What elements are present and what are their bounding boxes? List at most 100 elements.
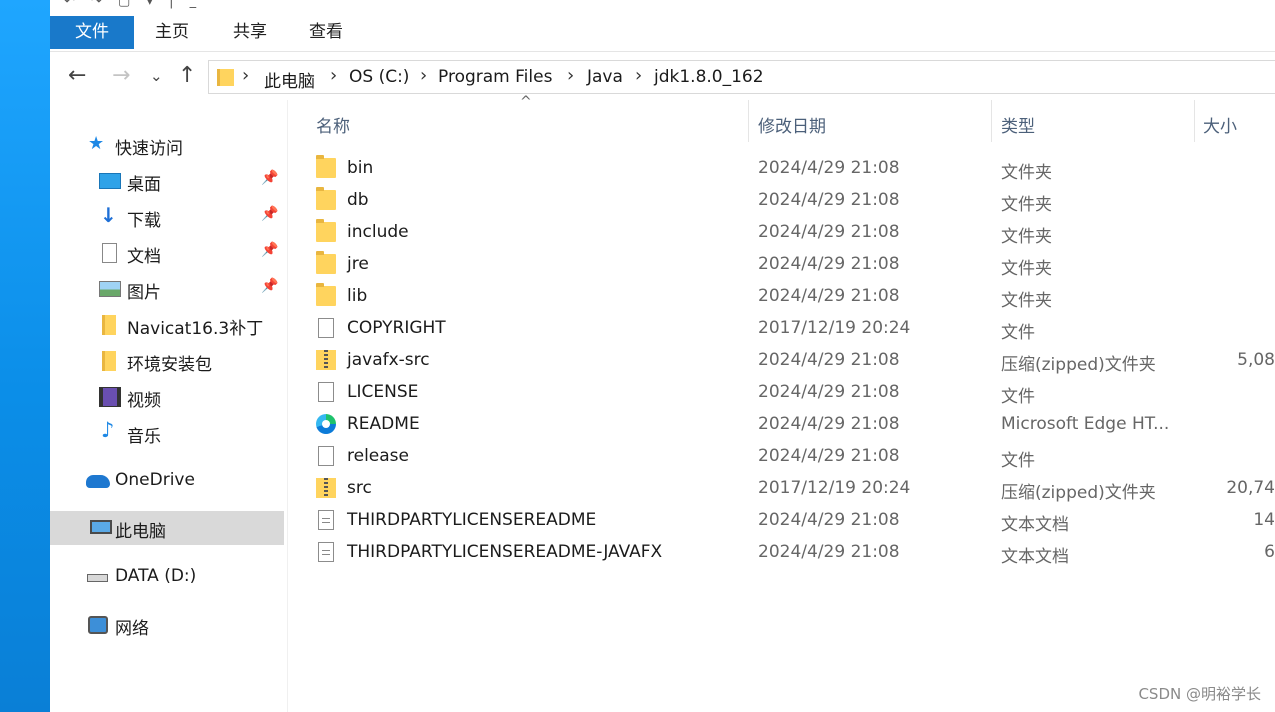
file-type: Microsoft Edge HT... xyxy=(1001,414,1170,434)
sidebar-item-downloads[interactable]: ↓ 下载 📌 xyxy=(50,200,284,234)
pin-icon[interactable]: 📌 xyxy=(261,242,278,258)
file-type: 压缩(zipped)文件夹 xyxy=(1001,483,1156,503)
sidebar-item-label: 环境安装包 xyxy=(127,355,212,375)
column-divider[interactable] xyxy=(1194,100,1195,142)
sidebar-item-music[interactable]: ♪ 音乐 xyxy=(50,416,284,450)
tab-view[interactable]: 查看 xyxy=(296,16,356,49)
navigation-bar: ← → ⌄ ↑ › 此电脑 › OS (C:) › Program Files … xyxy=(50,52,1275,100)
sidebar-item-label: 图片 xyxy=(127,283,161,303)
file-row[interactable]: bin 2024/4/29 21:08 文件夹 xyxy=(308,152,1275,184)
star-icon: ★ xyxy=(88,133,105,154)
column-divider[interactable] xyxy=(748,100,749,142)
sidebar-item-quick-access[interactable]: ★ 快速访问 xyxy=(50,128,284,162)
breadcrumb-jdk[interactable]: jdk1.8.0_162 xyxy=(654,67,764,87)
sidebar-item-env-packages[interactable]: 环境安装包 xyxy=(50,344,284,378)
sidebar-item-label: DATA (D:) xyxy=(115,566,197,586)
sidebar-item-documents[interactable]: 文档 📌 xyxy=(50,236,284,270)
tab-home[interactable]: 主页 xyxy=(142,16,202,49)
text-file-icon xyxy=(318,542,334,562)
file-row[interactable]: db 2024/4/29 21:08 文件夹 xyxy=(308,184,1275,216)
breadcrumb-program-files[interactable]: Program Files xyxy=(438,67,552,87)
up-button[interactable]: ↑ xyxy=(178,64,196,88)
file-name: jre xyxy=(347,254,369,274)
file-date-modified: 2024/4/29 21:08 xyxy=(758,414,900,434)
column-header-name[interactable]: 名称 xyxy=(316,112,350,137)
file-row[interactable]: src 2017/12/19 20:24 压缩(zipped)文件夹 20,74 xyxy=(308,472,1275,504)
file-name: db xyxy=(347,190,369,210)
recent-locations-chevron-icon[interactable]: ⌄ xyxy=(150,64,163,88)
file-date-modified: 2017/12/19 20:24 xyxy=(758,478,911,498)
quick-access-toolbar[interactable]: ↶ ↷ ▢ ▾ | _ xyxy=(64,0,202,9)
cloud-icon xyxy=(86,475,110,488)
text-file-icon xyxy=(318,510,334,530)
file-size: 14 xyxy=(1253,510,1275,530)
file-type: 文件夹 xyxy=(1001,195,1052,215)
computer-icon xyxy=(90,520,112,534)
file-size: 6 xyxy=(1264,542,1275,562)
file-type: 文件 xyxy=(1001,323,1035,343)
file-type: 文件夹 xyxy=(1001,163,1052,183)
file-date-modified: 2024/4/29 21:08 xyxy=(758,254,900,274)
breadcrumb-this-pc[interactable]: 此电脑 xyxy=(264,67,315,92)
file-type: 文本文档 xyxy=(1001,547,1069,567)
file-date-modified: 2024/4/29 21:08 xyxy=(758,542,900,562)
download-icon: ↓ xyxy=(100,203,117,227)
file-icon xyxy=(318,446,334,466)
file-name: bin xyxy=(347,158,374,178)
video-icon xyxy=(99,387,121,407)
file-size: 5,08 xyxy=(1237,350,1275,370)
file-date-modified: 2024/4/29 21:08 xyxy=(758,446,900,466)
breadcrumb-java[interactable]: Java xyxy=(587,67,623,87)
file-list: ^ 名称 修改日期 类型 大小 bin 2024/4/29 21:08 文件夹 db 2… xyxy=(288,94,1275,712)
file-row[interactable]: lib 2024/4/29 21:08 文件夹 xyxy=(308,280,1275,312)
address-bar[interactable]: › 此电脑 › OS (C:) › Program Files › Java ›… xyxy=(208,60,1275,94)
file-row[interactable]: javafx-src 2024/4/29 21:08 压缩(zipped)文件夹 5,… xyxy=(308,344,1275,376)
sidebar-item-videos[interactable]: 视频 xyxy=(50,380,284,414)
pin-icon[interactable]: 📌 xyxy=(261,206,278,222)
file-row[interactable]: include 2024/4/29 21:08 文件夹 xyxy=(308,216,1275,248)
file-name: src xyxy=(347,478,372,498)
desktop-icon xyxy=(99,173,121,189)
file-row[interactable]: release 2024/4/29 21:08 文件 xyxy=(308,440,1275,472)
sidebar-item-label: 音乐 xyxy=(127,427,161,447)
file-row[interactable]: THIRDPARTYLICENSEREADME-JAVAFX 2024/4/29 … xyxy=(308,536,1275,568)
sidebar-item-desktop[interactable]: 桌面 📌 xyxy=(50,164,284,198)
sidebar-item-data-drive[interactable]: DATA (D:) xyxy=(50,560,284,594)
back-button[interactable]: ← xyxy=(68,64,86,88)
file-row[interactable]: THIRDPARTYLICENSEREADME 2024/4/29 21:08 文本… xyxy=(308,504,1275,536)
sidebar-item-pictures[interactable]: 图片 📌 xyxy=(50,272,284,306)
sidebar-item-this-pc[interactable]: 此电脑 xyxy=(50,511,284,545)
sidebar-item-navicat[interactable]: Navicat16.3补丁 xyxy=(50,308,284,342)
sort-ascending-icon: ^ xyxy=(520,94,532,110)
folder-icon xyxy=(316,155,336,178)
file-name: THIRDPARTYLICENSEREADME-JAVAFX xyxy=(347,542,663,562)
tab-share[interactable]: 共享 xyxy=(220,16,280,49)
file-date-modified: 2024/4/29 21:08 xyxy=(758,350,900,370)
sidebar-item-onedrive[interactable]: OneDrive xyxy=(50,464,284,498)
zip-icon xyxy=(316,478,336,498)
column-divider[interactable] xyxy=(991,100,992,142)
column-header-type[interactable]: 类型 xyxy=(1001,112,1035,137)
pin-icon[interactable]: 📌 xyxy=(261,278,278,294)
file-name: include xyxy=(347,222,409,242)
file-row[interactable]: LICENSE 2024/4/29 21:08 文件 xyxy=(308,376,1275,408)
breadcrumb-separator-icon: › xyxy=(242,65,250,86)
file-row[interactable]: jre 2024/4/29 21:08 文件夹 xyxy=(308,248,1275,280)
music-icon: ♪ xyxy=(101,418,115,442)
column-header-date[interactable]: 修改日期 xyxy=(758,112,826,137)
file-date-modified: 2024/4/29 21:08 xyxy=(758,190,900,210)
sidebar-item-network[interactable]: 网络 xyxy=(50,608,284,642)
network-icon xyxy=(88,616,108,634)
file-row[interactable]: README 2024/4/29 21:08 Microsoft Edge HT..… xyxy=(308,408,1275,440)
forward-button[interactable]: → xyxy=(112,64,130,88)
breadcrumb-os-c[interactable]: OS (C:) xyxy=(349,67,409,87)
pin-icon[interactable]: 📌 xyxy=(261,170,278,186)
file-row[interactable]: COPYRIGHT 2017/12/19 20:24 文件 xyxy=(308,312,1275,344)
column-header-size[interactable]: 大小 xyxy=(1203,112,1237,137)
tab-file[interactable]: 文件 xyxy=(50,16,134,49)
file-date-modified: 2024/4/29 21:08 xyxy=(758,382,900,402)
file-name: lib xyxy=(347,286,368,306)
file-size: 20,74 xyxy=(1226,478,1275,498)
file-type: 文件夹 xyxy=(1001,227,1052,247)
folder-icon xyxy=(316,283,336,306)
